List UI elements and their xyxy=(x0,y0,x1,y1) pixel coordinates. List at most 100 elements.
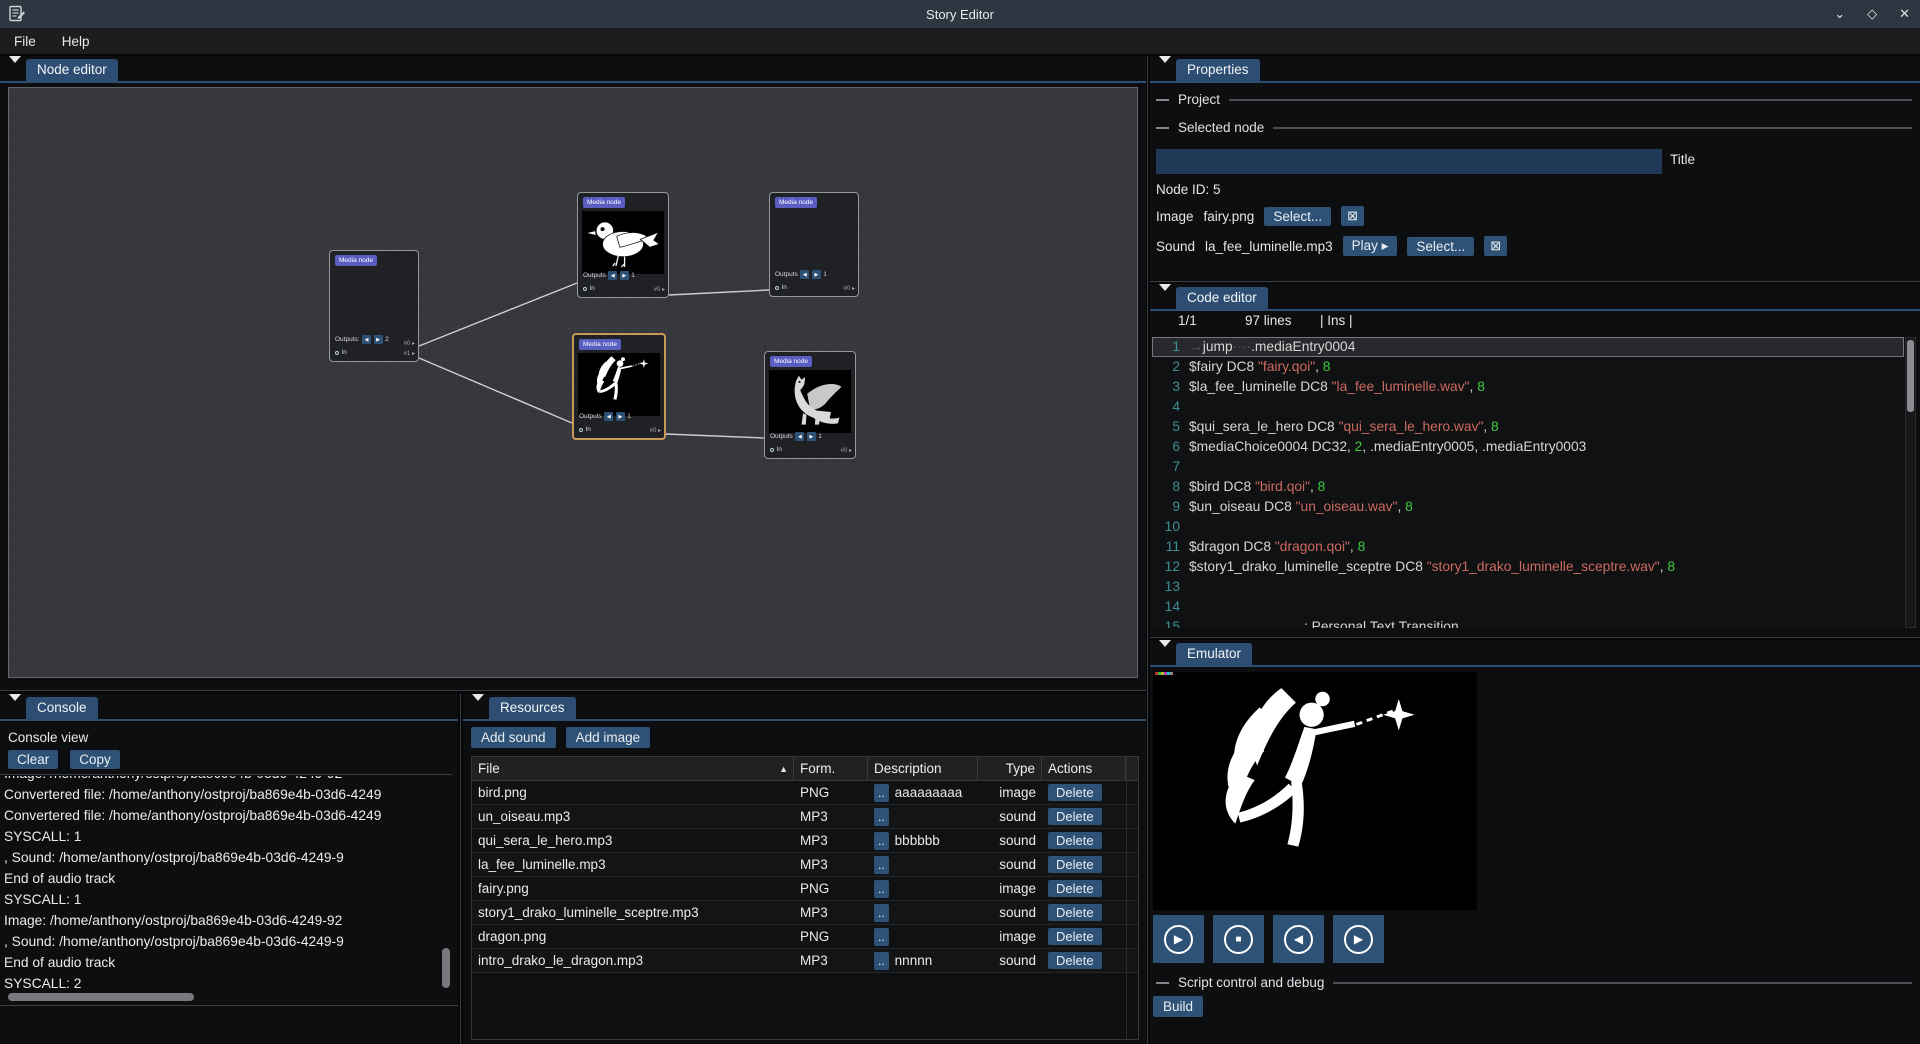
column-header-actions[interactable]: Actions xyxy=(1042,757,1126,780)
code-line[interactable]: 3$la_fee_luminelle DC8 "la_fee_luminelle… xyxy=(1152,377,1904,397)
delete-button[interactable]: Delete xyxy=(1048,808,1102,825)
play-button[interactable]: ▶ xyxy=(1153,915,1204,963)
table-row[interactable]: fairy.pngPNG..imageDelete xyxy=(472,877,1138,901)
collapse-icon[interactable] xyxy=(1157,647,1171,660)
table-row[interactable]: dragon.pngPNG..imageDelete xyxy=(472,925,1138,949)
table-row[interactable]: la_fee_luminelle.mp3MP3..soundDelete xyxy=(472,853,1138,877)
title-input[interactable] xyxy=(1156,149,1662,174)
sound-play-button[interactable]: Play ▸ xyxy=(1343,236,1398,256)
edit-description-button[interactable]: .. xyxy=(874,856,889,874)
tab-code-editor[interactable]: Code editor xyxy=(1176,287,1268,309)
vertical-splitter[interactable] xyxy=(1147,56,1148,1044)
node-output-pin[interactable]: #0 ▸ xyxy=(654,286,665,293)
table-row[interactable]: qui_sera_le_hero.mp3MP3..bbbbbbsoundDele… xyxy=(472,829,1138,853)
code-line[interactable]: 6$mediaChoice0004 DC32, 2, .mediaEntry00… xyxy=(1152,437,1904,457)
horizontal-splitter[interactable] xyxy=(1150,637,1920,638)
edit-description-button[interactable]: .. xyxy=(874,784,889,802)
increment-output-button[interactable]: ▶ xyxy=(807,432,816,441)
tab-properties[interactable]: Properties xyxy=(1176,59,1260,81)
tab-resources[interactable]: Resources xyxy=(489,697,576,719)
delete-button[interactable]: Delete xyxy=(1048,952,1102,969)
edit-description-button[interactable]: .. xyxy=(874,880,889,898)
code-line[interactable]: 9$un_oiseau DC8 "un_oiseau.wav", 8 xyxy=(1152,497,1904,517)
scrollbar-thumb[interactable] xyxy=(1907,340,1914,412)
code-line[interactable]: 15 ; Personal Text Transition xyxy=(1152,617,1904,628)
node-input-pin[interactable]: In xyxy=(335,349,347,356)
menu-help[interactable]: Help xyxy=(62,34,90,49)
menu-file[interactable]: File xyxy=(14,34,36,49)
sound-clear-button[interactable]: ⊠ xyxy=(1484,236,1507,256)
node-input-pin[interactable]: In xyxy=(579,426,591,433)
add-image-button[interactable]: Add image xyxy=(566,727,651,748)
column-header-format[interactable]: Form. xyxy=(794,757,868,780)
code-line[interactable]: 4 xyxy=(1152,397,1904,417)
scrollbar-thumb[interactable] xyxy=(442,948,450,988)
vertical-splitter[interactable] xyxy=(460,694,461,1044)
bird-node[interactable]: Media nodeOutputs◀▶1In#0 ▸ xyxy=(577,192,669,298)
code-line[interactable]: 7 xyxy=(1152,457,1904,477)
code-line[interactable]: 10 xyxy=(1152,517,1904,537)
console-horizontal-scrollbar[interactable] xyxy=(6,993,436,1001)
tab-console[interactable]: Console xyxy=(26,697,98,719)
collapse-icon[interactable] xyxy=(470,701,484,714)
decrement-output-button[interactable]: ◀ xyxy=(362,335,371,344)
image-clear-button[interactable]: ⊠ xyxy=(1341,206,1364,226)
collapse-icon[interactable] xyxy=(7,701,21,714)
fairy-node[interactable]: Media nodeOutputs◀▶1In#0 ▸ xyxy=(572,333,666,440)
minimize-icon[interactable]: ⌄ xyxy=(1834,6,1845,22)
sound-select-button[interactable]: Select... xyxy=(1407,237,1474,256)
copy-button[interactable]: Copy xyxy=(70,750,120,769)
code-vertical-scrollbar[interactable] xyxy=(1905,337,1916,628)
column-header-file[interactable]: File▲ xyxy=(472,757,794,780)
delete-button[interactable]: Delete xyxy=(1048,784,1102,801)
code-line[interactable]: 14 xyxy=(1152,597,1904,617)
column-header-description[interactable]: Description xyxy=(868,757,978,780)
table-row[interactable]: un_oiseau.mp3MP3..soundDelete xyxy=(472,805,1138,829)
table-row[interactable]: story1_drako_luminelle_sceptre.mp3MP3..s… xyxy=(472,901,1138,925)
code-line[interactable]: 8$bird DC8 "bird.qoi", 8 xyxy=(1152,477,1904,497)
edit-description-button[interactable]: .. xyxy=(874,832,889,850)
node-input-pin[interactable]: In xyxy=(583,285,595,292)
node-output-pin[interactable]: #0 ▸ xyxy=(844,285,855,292)
increment-output-button[interactable]: ▶ xyxy=(616,412,625,421)
node-input-pin[interactable]: In xyxy=(775,284,787,291)
node-graph-canvas[interactable]: Media nodeOutputs:◀▶2In#0 ▸#1 ▸ Media nod… xyxy=(8,87,1138,678)
dragon-node[interactable]: Media nodeOutputs◀▶1In#0 ▸ xyxy=(764,351,856,459)
collapse-icon[interactable] xyxy=(7,63,21,76)
decrement-output-button[interactable]: ◀ xyxy=(795,432,804,441)
clear-button[interactable]: Clear xyxy=(8,750,58,769)
decrement-output-button[interactable]: ◀ xyxy=(800,270,809,279)
node-output-pin[interactable]: #0 ▸ xyxy=(650,427,661,434)
increment-output-button[interactable]: ▶ xyxy=(620,271,629,280)
delete-button[interactable]: Delete xyxy=(1048,904,1102,921)
code-line[interactable]: 11$dragon DC8 "dragon.qoi", 8 xyxy=(1152,537,1904,557)
forward-button[interactable]: ▶ xyxy=(1333,915,1384,963)
add-sound-button[interactable]: Add sound xyxy=(471,727,556,748)
delete-button[interactable]: Delete xyxy=(1048,832,1102,849)
edit-description-button[interactable]: .. xyxy=(874,808,889,826)
back-button[interactable]: ◀ xyxy=(1273,915,1324,963)
build-button[interactable]: Build xyxy=(1153,996,1203,1017)
column-header-type[interactable]: Type xyxy=(978,757,1042,780)
edit-description-button[interactable]: .. xyxy=(874,952,889,970)
code-line[interactable]: 5$qui_sera_le_hero DC8 "qui_sera_le_hero… xyxy=(1152,417,1904,437)
maximize-icon[interactable]: ◇ xyxy=(1867,6,1877,22)
decrement-output-button[interactable]: ◀ xyxy=(604,412,613,421)
start-node[interactable]: Media nodeOutputs:◀▶2In#0 ▸#1 ▸ xyxy=(329,250,419,362)
table-row[interactable]: bird.pngPNG..aaaaaaaaaimageDelete xyxy=(472,781,1138,805)
close-icon[interactable]: ✕ xyxy=(1899,6,1910,22)
delete-button[interactable]: Delete xyxy=(1048,928,1102,945)
code-line[interactable]: 1→jump····.mediaEntry0004 xyxy=(1152,337,1904,357)
table-row[interactable]: intro_drako_le_dragon.mp3MP3..nnnnnsound… xyxy=(472,949,1138,973)
code-line[interactable]: 12$story1_drako_luminelle_sceptre DC8 "s… xyxy=(1152,557,1904,577)
increment-output-button[interactable]: ▶ xyxy=(812,270,821,279)
delete-button[interactable]: Delete xyxy=(1048,856,1102,873)
node-output-pin[interactable]: #1 ▸ xyxy=(404,350,415,357)
decrement-output-button[interactable]: ◀ xyxy=(608,271,617,280)
console-vertical-scrollbar[interactable] xyxy=(441,776,452,990)
tab-emulator[interactable]: Emulator xyxy=(1176,643,1252,665)
horizontal-splitter[interactable] xyxy=(0,690,1146,691)
collapse-icon[interactable] xyxy=(1157,63,1171,76)
choice-node[interactable]: Media nodeOutputs◀▶1In#0 ▸ xyxy=(769,192,859,297)
increment-output-button[interactable]: ▶ xyxy=(374,335,383,344)
